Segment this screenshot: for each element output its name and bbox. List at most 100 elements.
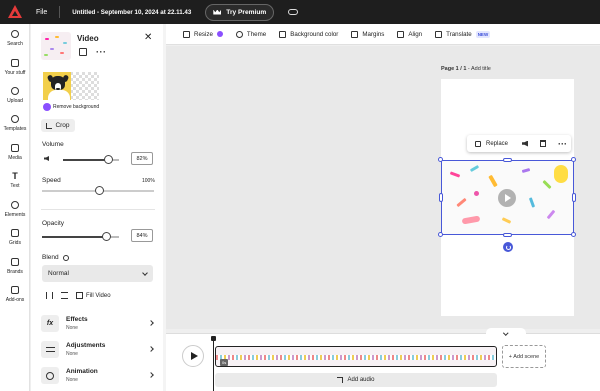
rail-item-add-ons[interactable]: Add-ons xyxy=(0,286,30,303)
info-icon[interactable] xyxy=(62,254,69,261)
trash-icon[interactable] xyxy=(540,140,547,147)
playhead-handle[interactable] xyxy=(211,336,216,341)
background-color-button[interactable]: Background color xyxy=(279,30,338,38)
fill-video-button[interactable]: Fill Video xyxy=(76,292,111,299)
resize-handle[interactable] xyxy=(503,233,512,237)
app-logo-icon[interactable] xyxy=(8,5,22,19)
speed-label: Speed xyxy=(42,177,61,184)
confetti xyxy=(474,191,479,196)
remove-background-button[interactable]: Remove background xyxy=(43,103,99,111)
rail-item-elements[interactable]: Elements xyxy=(0,201,30,218)
effects-value: None xyxy=(66,325,78,331)
theme-button[interactable]: Theme xyxy=(235,30,266,38)
confetti xyxy=(488,174,498,188)
animation-icon xyxy=(41,367,59,384)
resize-handle[interactable] xyxy=(438,157,443,162)
circles-glyph xyxy=(46,371,54,380)
rail-label: Grids xyxy=(9,240,21,246)
volume-slider[interactable] xyxy=(63,155,119,164)
resize-handle[interactable] xyxy=(503,158,512,162)
volume-slider-thumb[interactable] xyxy=(104,155,114,164)
align-button[interactable]: Align xyxy=(397,30,422,38)
speed-slider[interactable] xyxy=(42,186,154,195)
media-icon xyxy=(11,144,19,152)
remove-background-preview[interactable] xyxy=(43,72,99,100)
playhead[interactable] xyxy=(213,338,214,391)
volume-value-field[interactable]: 82% xyxy=(131,152,153,165)
resize-handle[interactable] xyxy=(572,193,576,202)
flip-horizontal-icon[interactable] xyxy=(46,292,53,299)
remove-background-label: Remove background xyxy=(53,104,100,110)
rail-item-brands[interactable]: Brands xyxy=(0,258,30,275)
flip-row: Fill Video xyxy=(46,292,111,299)
opacity-slider-thumb[interactable] xyxy=(102,232,112,241)
rail-item-text[interactable]: T Text xyxy=(0,172,30,190)
resize-handle[interactable] xyxy=(438,232,443,237)
speaker-icon[interactable] xyxy=(44,156,49,161)
rail-label: Brands xyxy=(7,269,23,275)
resize-label: Resize xyxy=(194,30,213,38)
collapse-timeline-button[interactable] xyxy=(486,328,526,339)
animation-item[interactable]: Animation None xyxy=(41,366,155,386)
adjustments-item[interactable]: Adjustments None xyxy=(41,340,155,360)
more-options-icon[interactable]: ··· xyxy=(96,48,107,57)
top-bar: File Untitled - September 10, 2024 at 22… xyxy=(0,0,600,24)
opacity-slider[interactable] xyxy=(42,232,119,241)
replace-button[interactable]: Replace xyxy=(486,141,508,147)
brands-icon xyxy=(11,258,19,266)
margins-label: Margins xyxy=(362,30,385,38)
more-options-icon[interactable]: ··· xyxy=(558,139,567,148)
rotate-icon[interactable] xyxy=(503,242,513,252)
replace-icon[interactable] xyxy=(475,140,481,147)
timeline-clip[interactable]: 0s xyxy=(215,346,497,367)
confetti xyxy=(63,42,67,44)
try-premium-button[interactable]: Try Premium xyxy=(205,3,275,21)
page-label[interactable]: Page 1 / 1 - Add title xyxy=(441,66,491,72)
rail-item-media[interactable]: Media xyxy=(0,144,30,161)
play-overlay-icon[interactable] xyxy=(498,189,516,207)
rail-item-upload[interactable]: Upload xyxy=(0,87,30,104)
speed-slider-thumb[interactable] xyxy=(94,186,104,195)
translate-icon xyxy=(435,30,443,38)
flip-vertical-icon[interactable] xyxy=(61,292,68,299)
document-title[interactable]: Untitled - September 10, 2024 at 22.11.4… xyxy=(72,9,191,16)
speaker-icon[interactable] xyxy=(522,140,529,147)
floating-toolbar: Replace ··· xyxy=(467,135,571,152)
selected-video-element[interactable] xyxy=(441,160,574,235)
add-audio-button[interactable]: Add audio xyxy=(215,373,497,387)
effects-item[interactable]: fx Effects None xyxy=(41,314,155,334)
theme-icon xyxy=(235,30,243,38)
play-button[interactable] xyxy=(182,345,204,367)
confetti xyxy=(546,209,556,220)
add-scene-button[interactable]: + Add scene xyxy=(502,345,546,368)
divider xyxy=(41,209,155,210)
rail-item-your-stuff[interactable]: Your stuff xyxy=(0,59,30,76)
resize-button[interactable]: Resize xyxy=(183,30,223,38)
close-icon[interactable]: ✕ xyxy=(144,32,152,43)
sliders-glyph xyxy=(45,347,55,352)
confetti xyxy=(528,197,536,208)
opacity-value-field[interactable]: 84% xyxy=(131,229,153,242)
replace-icon[interactable] xyxy=(79,48,87,56)
crop-button[interactable]: Crop xyxy=(41,119,75,132)
rail-item-grids[interactable]: Grids xyxy=(0,229,30,246)
confetti xyxy=(50,48,54,50)
rail-item-templates[interactable]: Templates xyxy=(0,115,30,132)
resize-handle[interactable] xyxy=(439,193,443,202)
chevron-right-icon xyxy=(148,346,154,352)
cloud-sync-icon[interactable] xyxy=(288,9,299,15)
dog-body xyxy=(48,90,70,100)
blend-mode-select[interactable]: Normal xyxy=(42,265,153,282)
margins-icon xyxy=(351,30,359,38)
confetti xyxy=(501,217,512,224)
margins-button[interactable]: Margins xyxy=(351,30,385,38)
volume-slider-fill xyxy=(63,159,109,161)
rail-label: Elements xyxy=(4,212,26,218)
translate-label: Translate xyxy=(446,30,472,38)
translate-button[interactable]: Translate NEW xyxy=(435,30,491,38)
rail-item-search[interactable]: Search xyxy=(0,30,30,47)
file-menu[interactable]: File xyxy=(36,9,47,16)
resize-handle[interactable] xyxy=(571,157,576,162)
resize-handle[interactable] xyxy=(571,232,576,237)
background-color-icon xyxy=(279,30,287,38)
